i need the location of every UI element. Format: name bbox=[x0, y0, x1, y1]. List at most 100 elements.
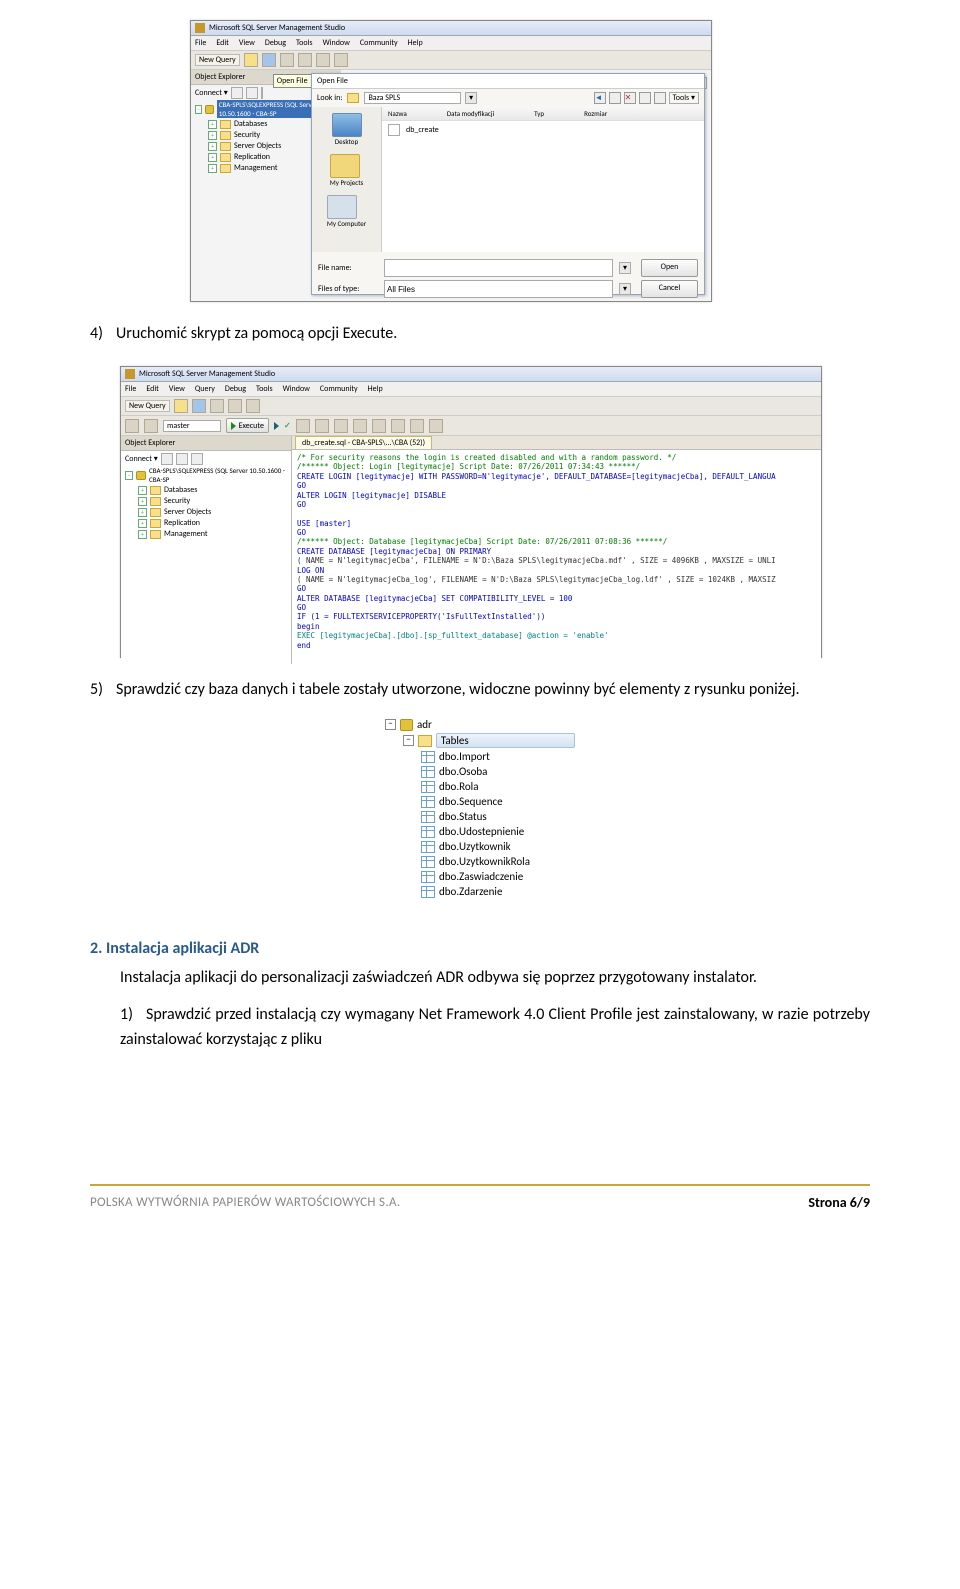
tree-management[interactable]: Management bbox=[234, 163, 278, 173]
toolbar-icon[interactable] bbox=[298, 53, 312, 67]
editor-tab[interactable]: db_create.sql - CBA-SPLS\...\CBA (52)) bbox=[295, 436, 432, 449]
menu-file[interactable]: File bbox=[195, 38, 206, 48]
filename-drop-icon[interactable]: ▾ bbox=[619, 262, 631, 274]
db-adr[interactable]: adr bbox=[417, 718, 432, 731]
tables-group[interactable]: Tables bbox=[436, 733, 575, 748]
toolbar-icon[interactable] bbox=[334, 53, 348, 67]
lookin-drop-icon[interactable]: ▾ bbox=[465, 92, 477, 104]
expand-icon[interactable]: + bbox=[138, 486, 147, 495]
menu-tools[interactable]: Tools bbox=[296, 38, 313, 48]
table-row[interactable]: dbo.Sequence bbox=[385, 794, 575, 809]
table-row[interactable]: dbo.Import bbox=[385, 749, 575, 764]
new-query-button[interactable]: New Query bbox=[125, 400, 170, 412]
sub-icon[interactable] bbox=[429, 419, 443, 433]
menu-help[interactable]: Help bbox=[408, 38, 423, 48]
db-combo[interactable]: master bbox=[163, 420, 221, 432]
menu-query[interactable]: Query bbox=[195, 384, 215, 394]
file-row[interactable]: db_create bbox=[382, 121, 704, 139]
sub-icon[interactable] bbox=[410, 419, 424, 433]
save-icon[interactable] bbox=[262, 53, 276, 67]
desktop-icon[interactable] bbox=[332, 113, 362, 137]
connect-button[interactable]: Connect ▾ bbox=[195, 88, 228, 98]
tree-replication[interactable]: Replication bbox=[234, 152, 270, 162]
open-icon[interactable] bbox=[174, 399, 188, 413]
oe-toolbtn[interactable] bbox=[161, 453, 173, 465]
filetype-drop-icon[interactable]: ▾ bbox=[619, 283, 631, 295]
server-node[interactable]: CBA-SPLS\SQLEXPRESS (SQL Server 10.50.16… bbox=[149, 466, 287, 484]
sub-icon[interactable] bbox=[125, 419, 139, 433]
expand-icon[interactable]: − bbox=[403, 735, 414, 746]
menu-edit[interactable]: Edit bbox=[216, 38, 229, 48]
sub-icon[interactable] bbox=[372, 419, 386, 433]
sub-icon[interactable] bbox=[144, 419, 158, 433]
oe-toolbtn[interactable] bbox=[246, 87, 258, 99]
menu-view[interactable]: View bbox=[239, 38, 255, 48]
col-type[interactable]: Typ bbox=[534, 109, 544, 118]
table-row[interactable]: dbo.Osoba bbox=[385, 764, 575, 779]
views-icon[interactable] bbox=[654, 92, 666, 104]
table-row[interactable]: dbo.Status bbox=[385, 809, 575, 824]
execute-button[interactable]: Execute bbox=[226, 418, 269, 433]
expand-icon[interactable]: + bbox=[208, 153, 217, 162]
sql-editor[interactable]: /* For security reasons the login is cre… bbox=[292, 450, 821, 664]
col-name[interactable]: Nazwa bbox=[388, 109, 407, 118]
expand-icon[interactable]: + bbox=[208, 164, 217, 173]
tree-management[interactable]: Management bbox=[164, 529, 208, 539]
table-row[interactable]: dbo.Zdarzenie bbox=[385, 884, 575, 899]
tree-replication[interactable]: Replication bbox=[164, 518, 200, 528]
open-icon[interactable] bbox=[244, 53, 258, 67]
toolbar-icon[interactable] bbox=[228, 399, 242, 413]
myprojects-icon[interactable] bbox=[330, 154, 360, 178]
sidebar-mycomputer[interactable]: My Computer bbox=[327, 219, 366, 228]
expand-icon[interactable]: + bbox=[208, 131, 217, 140]
menu-tools[interactable]: Tools bbox=[256, 384, 273, 394]
toolbar-icon[interactable] bbox=[316, 53, 330, 67]
toolbar-icon[interactable] bbox=[210, 399, 224, 413]
oe-toolbtn[interactable] bbox=[231, 87, 243, 99]
expand-icon[interactable]: − bbox=[385, 719, 396, 730]
expand-icon[interactable]: + bbox=[138, 530, 147, 539]
sub-icon[interactable] bbox=[315, 419, 329, 433]
expand-icon[interactable]: + bbox=[138, 508, 147, 517]
sidebar-desktop[interactable]: Desktop bbox=[332, 137, 362, 146]
expand-icon[interactable]: + bbox=[138, 497, 147, 506]
tree-serverobjects[interactable]: Server Objects bbox=[164, 507, 211, 517]
mycomputer-icon[interactable] bbox=[327, 195, 357, 219]
toolbar-icon[interactable] bbox=[246, 399, 260, 413]
new-query-button[interactable]: New Query bbox=[195, 54, 240, 66]
table-row[interactable]: dbo.Rola bbox=[385, 779, 575, 794]
table-row[interactable]: dbo.Udostepnienie bbox=[385, 824, 575, 839]
menu-view[interactable]: View bbox=[169, 384, 185, 394]
oe-toolbtn[interactable] bbox=[191, 453, 203, 465]
expand-icon[interactable]: − bbox=[195, 105, 202, 114]
oe-toolbtn[interactable] bbox=[176, 453, 188, 465]
save-icon[interactable] bbox=[192, 399, 206, 413]
tree-security[interactable]: Security bbox=[164, 496, 190, 506]
menu-debug[interactable]: Debug bbox=[265, 38, 286, 48]
menu-help[interactable]: Help bbox=[368, 384, 383, 394]
up-icon[interactable] bbox=[609, 92, 621, 104]
col-size[interactable]: Rozmiar bbox=[584, 109, 607, 118]
expand-icon[interactable]: + bbox=[208, 142, 217, 151]
menu-debug[interactable]: Debug bbox=[225, 384, 246, 394]
expand-icon[interactable]: + bbox=[208, 120, 217, 129]
oe-toolbtn[interactable] bbox=[261, 87, 263, 99]
lookin-combo[interactable]: Baza SPLS bbox=[364, 92, 461, 104]
table-row[interactable]: dbo.Zaswiadczenie bbox=[385, 869, 575, 884]
tree-databases[interactable]: Databases bbox=[234, 119, 267, 129]
menu-window[interactable]: Window bbox=[323, 38, 350, 48]
tree-serverobjects[interactable]: Server Objects bbox=[234, 141, 281, 151]
menu-edit[interactable]: Edit bbox=[146, 384, 159, 394]
cancel-button[interactable]: Cancel bbox=[641, 280, 698, 298]
expand-icon[interactable]: + bbox=[138, 519, 147, 528]
open-button[interactable]: Open bbox=[641, 259, 698, 277]
table-row[interactable]: dbo.UzytkownikRola bbox=[385, 854, 575, 869]
debug-icon[interactable] bbox=[274, 422, 279, 430]
filetype-input[interactable] bbox=[384, 280, 613, 298]
sub-icon[interactable] bbox=[296, 419, 310, 433]
filename-input[interactable] bbox=[384, 259, 613, 277]
delete-icon[interactable]: ✕ bbox=[624, 92, 636, 104]
table-row[interactable]: dbo.Uzytkownik bbox=[385, 839, 575, 854]
col-date[interactable]: Data modyfikacji bbox=[447, 109, 494, 118]
tools-button[interactable]: Tools ▾ bbox=[669, 92, 699, 104]
